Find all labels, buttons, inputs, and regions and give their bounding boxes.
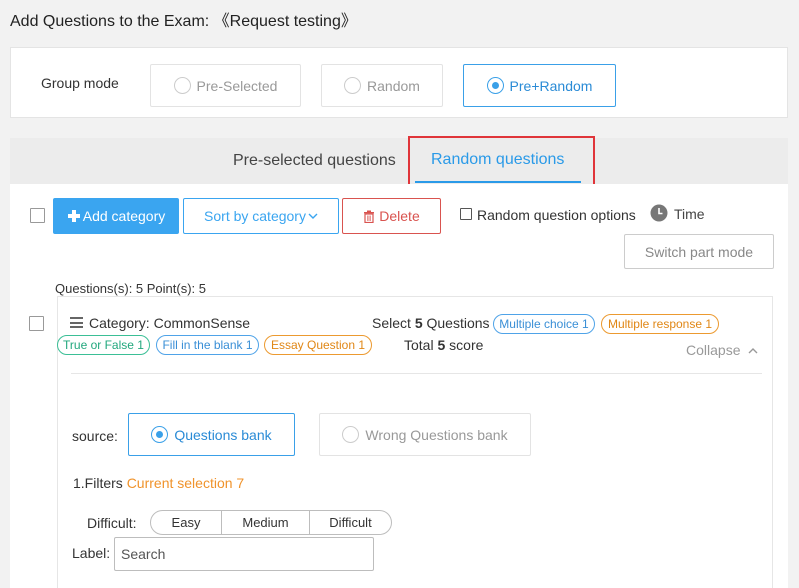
- group-mode-pre-random[interactable]: Pre+Random: [463, 64, 616, 107]
- questions-points-summary: Questions(s): 5 Point(s): 5: [55, 281, 206, 296]
- label-filter-label: Label:: [72, 545, 111, 561]
- radio-icon: [173, 77, 191, 94]
- filters-title: 1.Filters Current selection 7: [73, 475, 244, 491]
- random-question-options-checkbox[interactable]: [460, 208, 472, 220]
- tag-essay-question: Essay Question 1: [264, 335, 372, 355]
- tab-pre-selected-questions[interactable]: Pre-selected questions: [233, 152, 396, 170]
- current-selection: Current selection 7: [126, 475, 245, 491]
- plus-icon: [67, 210, 80, 222]
- add-category-button[interactable]: Add category: [53, 198, 179, 234]
- tab-highlight-box: [408, 136, 595, 188]
- tag-fill-in-the-blank: Fill in the blank 1: [156, 335, 259, 355]
- group-mode-pre-selected[interactable]: Pre-Selected: [150, 64, 301, 107]
- trash-icon: [364, 210, 375, 223]
- total-score-text: Total 5 score: [404, 337, 483, 353]
- sort-by-category-label: Sort by category: [204, 208, 306, 224]
- delete-button[interactable]: Delete: [342, 198, 441, 234]
- group-mode-random[interactable]: Random: [321, 64, 443, 107]
- delete-label: Delete: [379, 208, 420, 224]
- add-category-label: Add category: [82, 208, 166, 224]
- radio-icon: [342, 426, 360, 443]
- select-count: 5: [414, 315, 423, 331]
- group-mode-card: Group mode Pre-Selected Random Pre+Rando…: [10, 47, 788, 118]
- page-title: Add Questions to the Exam: 《Request test…: [10, 13, 357, 30]
- switch-part-mode-button[interactable]: Switch part mode: [624, 234, 774, 269]
- tag-multiple-response: Multiple response 1: [601, 314, 719, 334]
- source-option-label: Questions bank: [174, 426, 272, 443]
- difficulty-medium[interactable]: Medium: [222, 511, 310, 534]
- group-mode-label: Group mode: [41, 75, 119, 91]
- collapse-label: Collapse: [686, 342, 741, 358]
- time-label[interactable]: Time: [674, 206, 705, 222]
- chevron-down-icon: [308, 213, 318, 219]
- total-prefix: Total: [404, 337, 438, 353]
- category-checkbox[interactable]: [29, 316, 44, 331]
- tag-true-or-false: True or False 1: [57, 335, 150, 355]
- group-mode-option-label: Pre-Selected: [196, 77, 278, 94]
- random-question-options-label: Random question options: [477, 207, 636, 223]
- drag-handle-icon[interactable]: [70, 317, 83, 328]
- source-label: source:: [72, 428, 118, 444]
- group-mode-option-label: Pre+Random: [509, 77, 593, 94]
- source-questions-bank[interactable]: Questions bank: [128, 413, 295, 456]
- tag-multiple-choice: Multiple choice 1: [493, 314, 595, 334]
- filters-title-label: 1.Filters: [73, 475, 123, 491]
- select-all-checkbox[interactable]: [30, 208, 45, 223]
- category-name: Category: CommonSense: [89, 315, 251, 331]
- select-suffix: Questions: [422, 315, 490, 331]
- radio-selected-icon: [151, 426, 169, 443]
- difficulty-label: Difficult:: [87, 515, 137, 531]
- difficulty-segmented-control: Easy Medium Difficult: [150, 510, 392, 535]
- group-mode-option-label: Random: [367, 77, 420, 94]
- collapse-toggle[interactable]: Collapse: [686, 342, 758, 358]
- category-divider: [71, 373, 762, 374]
- tabs-bar: [10, 138, 788, 184]
- source-wrong-questions-bank[interactable]: Wrong Questions bank: [319, 413, 531, 456]
- label-search-input[interactable]: [114, 537, 374, 571]
- difficulty-easy[interactable]: Easy: [151, 511, 222, 534]
- total-suffix: score: [445, 337, 484, 353]
- radio-icon: [344, 77, 362, 94]
- select-prefix: Select: [372, 315, 415, 331]
- chevron-up-icon: [748, 348, 758, 354]
- difficulty-difficult[interactable]: Difficult: [310, 511, 391, 534]
- sort-by-category-dropdown[interactable]: Sort by category: [183, 198, 339, 234]
- source-option-label: Wrong Questions bank: [365, 426, 508, 443]
- select-questions-text: Select 5 Questions: [372, 315, 490, 331]
- clock-icon[interactable]: [650, 204, 668, 222]
- radio-selected-icon: [486, 77, 504, 94]
